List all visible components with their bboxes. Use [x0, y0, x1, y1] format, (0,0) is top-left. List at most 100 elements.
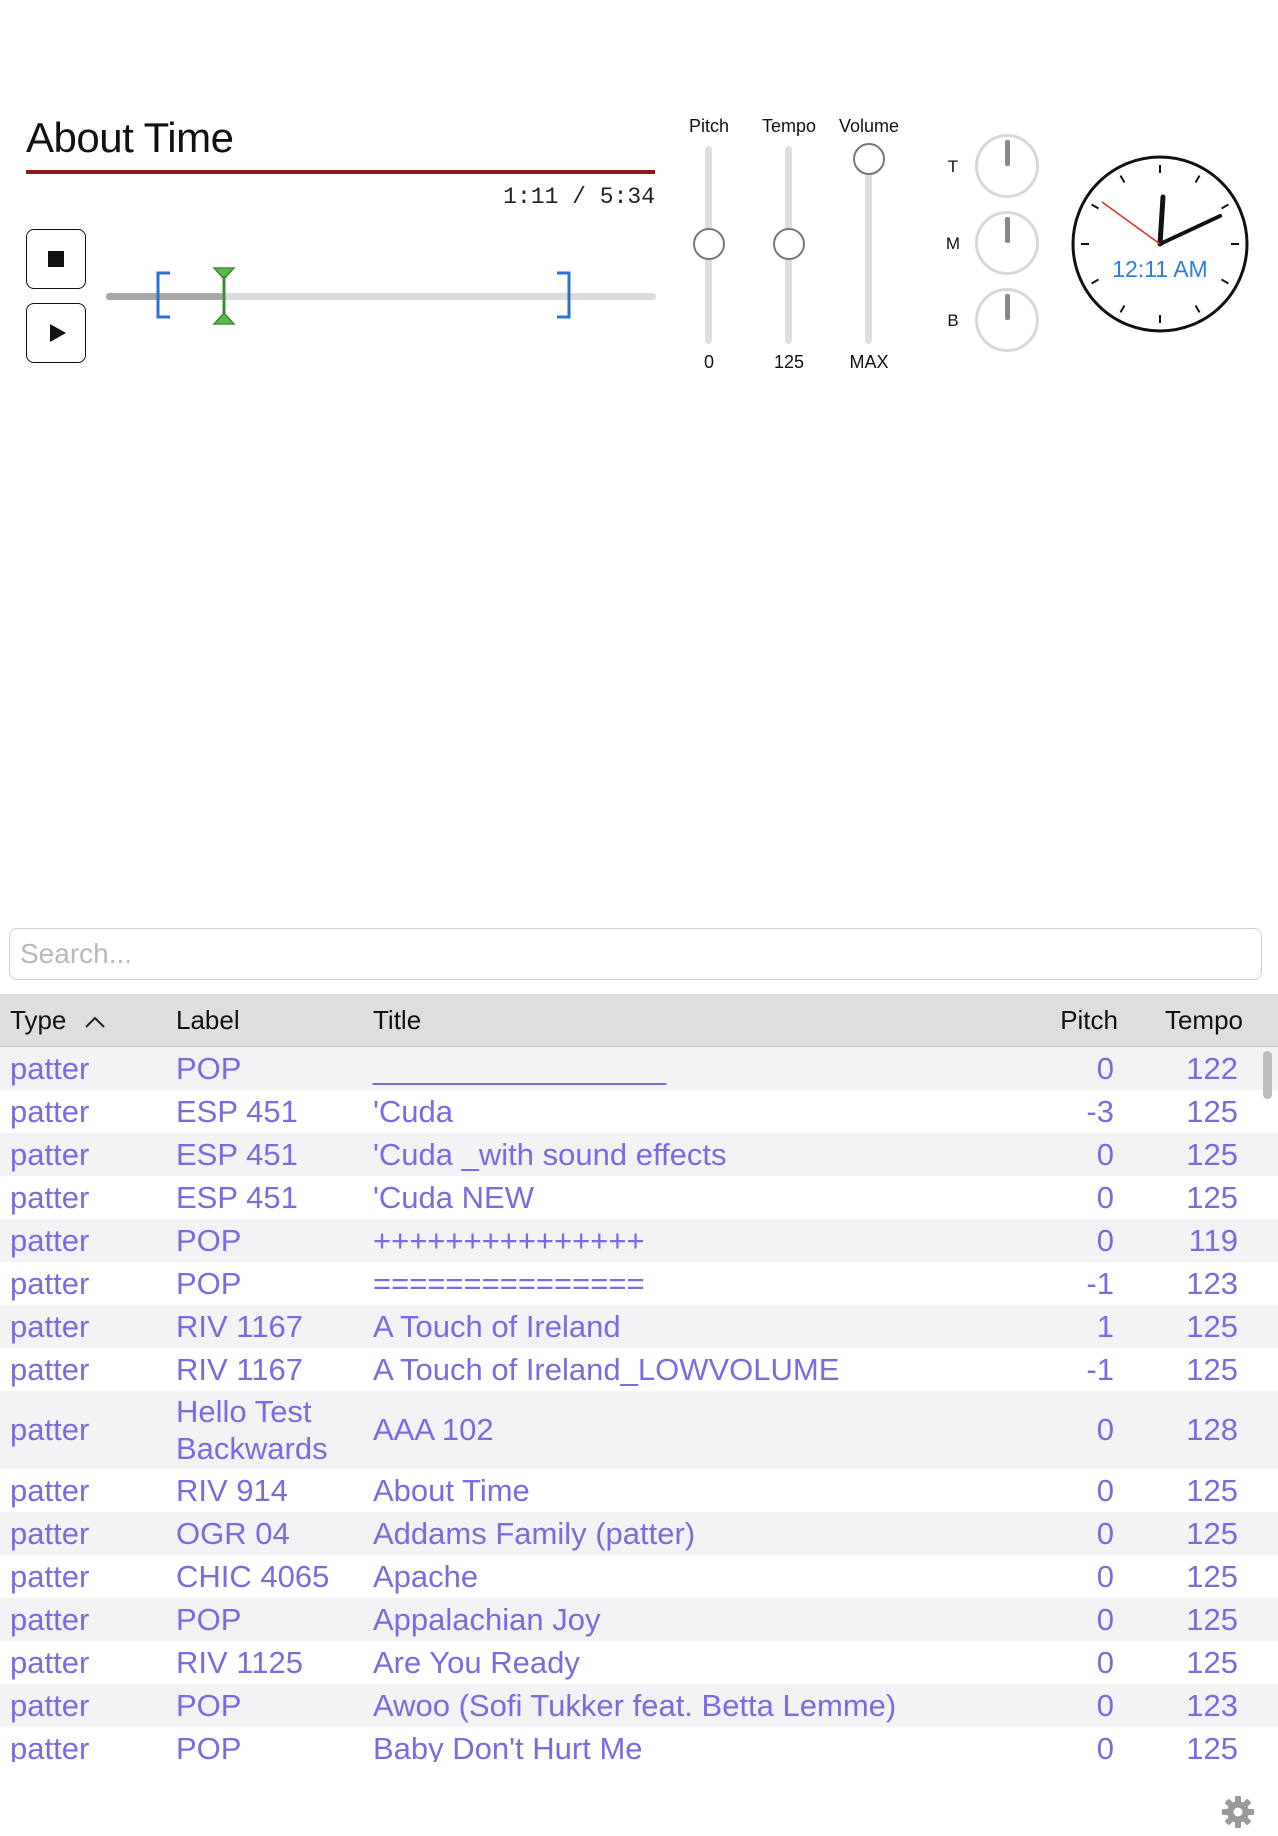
- bass-knob-label: B: [947, 311, 959, 330]
- cell-label: POP: [176, 1223, 242, 1258]
- cell-type: patter: [10, 1351, 90, 1387]
- cell-title: ===============: [373, 1265, 645, 1301]
- column-header-tempo[interactable]: Tempo: [1165, 994, 1243, 1046]
- cell-tempo: 125: [1186, 1351, 1238, 1387]
- cell-pitch: 0: [1096, 1601, 1114, 1637]
- mid-knob[interactable]: [975, 211, 1039, 275]
- cell-title: Appalachian Joy: [373, 1601, 601, 1637]
- cell-title: 'Cuda _with sound effects: [373, 1136, 727, 1172]
- cell-pitch: 0: [1096, 1136, 1114, 1172]
- tempo-slider-knob[interactable]: [773, 228, 805, 260]
- playhead-marker[interactable]: [208, 266, 240, 326]
- cell-tempo: 125: [1186, 1644, 1238, 1680]
- table-row[interactable]: patter ESP 451 'Cuda -3 125: [0, 1090, 1278, 1133]
- cell-pitch: 0: [1096, 1412, 1114, 1447]
- cell-label: Hello Test Backwards: [176, 1394, 328, 1466]
- volume-slider-track[interactable]: [865, 146, 872, 344]
- table-row[interactable]: patter POP Appalachian Joy 0 125: [0, 1598, 1278, 1641]
- cell-type: patter: [10, 1412, 90, 1447]
- table-row[interactable]: patter Hello Test Backwards AAA 102 0 128: [0, 1391, 1278, 1469]
- table-row[interactable]: patter RIV 1167 A Touch of Ireland 1 125: [0, 1305, 1278, 1348]
- volume-slider-knob[interactable]: [853, 143, 885, 175]
- column-header-type-label: Type: [10, 1005, 67, 1035]
- cell-pitch: -3: [1086, 1093, 1114, 1129]
- cell-type: patter: [10, 1136, 90, 1172]
- column-header-label[interactable]: Label: [176, 994, 240, 1046]
- cell-label: OGR 04: [176, 1516, 290, 1551]
- cell-type: patter: [10, 1558, 90, 1594]
- table-row[interactable]: patter POP +++++++++++++++ 0 119: [0, 1219, 1278, 1262]
- analog-clock: [1071, 155, 1249, 333]
- cell-title: A Touch of Ireland: [373, 1308, 621, 1344]
- tempo-slider-label: Tempo: [761, 116, 817, 136]
- table-row[interactable]: patter POP Baby Don't Hurt Me 0 125: [0, 1727, 1278, 1762]
- chevron-up-icon: [84, 1016, 105, 1028]
- cell-label: POP: [176, 1688, 242, 1723]
- mid-knob-indicator: [1004, 217, 1010, 243]
- column-header-type[interactable]: Type: [10, 994, 106, 1046]
- cell-title: AAA 102: [373, 1412, 494, 1447]
- clock-time-text: 12:11 AM: [1112, 256, 1208, 282]
- song-title: About Time: [26, 114, 234, 161]
- cell-tempo: 125: [1186, 1558, 1238, 1594]
- search-input[interactable]: [9, 928, 1262, 980]
- cell-pitch: 0: [1096, 1472, 1114, 1508]
- cell-label: POP: [176, 1266, 242, 1301]
- cell-tempo: 125: [1186, 1515, 1238, 1551]
- cell-pitch: 0: [1096, 1515, 1114, 1551]
- stop-button[interactable]: [26, 229, 86, 289]
- cell-tempo: 125: [1186, 1472, 1238, 1508]
- table-row[interactable]: patter RIV 914 About Time 0 125: [0, 1469, 1278, 1512]
- cell-title: 'Cuda: [373, 1093, 454, 1129]
- table-row[interactable]: patter CHIC 4065 Apache 0 125: [0, 1555, 1278, 1598]
- cell-tempo: 125: [1186, 1730, 1238, 1763]
- cell-type: patter: [10, 1601, 90, 1637]
- cell-type: patter: [10, 1308, 90, 1344]
- cell-title: 'Cuda NEW: [373, 1179, 534, 1215]
- table-row[interactable]: patter RIV 1167 A Touch of Ireland_LOWVOLU…: [0, 1348, 1278, 1391]
- cell-type: patter: [10, 1644, 90, 1680]
- table-header: Type Label Title Pitch Tempo: [0, 994, 1278, 1047]
- cell-pitch: 0: [1096, 1730, 1114, 1763]
- table-row[interactable]: patter OGR 04 Addams Family (patter) 0 125: [0, 1512, 1278, 1555]
- cell-label: RIV 1125: [176, 1645, 303, 1680]
- cell-tempo: 122: [1186, 1050, 1238, 1086]
- column-header-title[interactable]: Title: [373, 994, 421, 1046]
- cell-label: ESP 451: [176, 1137, 298, 1172]
- cell-label: RIV 914: [176, 1473, 289, 1508]
- cell-pitch: 0: [1096, 1222, 1114, 1258]
- cell-tempo: 125: [1186, 1093, 1238, 1129]
- cell-tempo: 128: [1186, 1412, 1238, 1447]
- cell-type: patter: [10, 1050, 90, 1086]
- volume-slider-value: MAX: [849, 352, 889, 372]
- tempo-slider-value: 125: [773, 352, 805, 372]
- cell-type: patter: [10, 1222, 90, 1258]
- loop-end-marker[interactable]: [551, 270, 581, 322]
- cell-type: patter: [10, 1515, 90, 1551]
- pitch-slider-knob[interactable]: [693, 228, 725, 260]
- treble-knob[interactable]: [975, 134, 1039, 198]
- play-icon: [50, 324, 66, 342]
- song-list[interactable]: patter POP _________________ 0 122 patter ESP …: [0, 1047, 1278, 1762]
- cell-title: A Touch of Ireland_LOWVOLUME: [373, 1351, 840, 1387]
- loop-start-marker[interactable]: [150, 270, 180, 322]
- cell-pitch: 0: [1096, 1644, 1114, 1680]
- bass-knob[interactable]: [975, 288, 1039, 352]
- vertical-scrollbar[interactable]: [1263, 1051, 1272, 1099]
- play-button[interactable]: [26, 303, 86, 363]
- table-row[interactable]: patter ESP 451 'Cuda _with sound effects 0 1…: [0, 1133, 1278, 1176]
- table-row[interactable]: patter POP =============== -1 123: [0, 1262, 1278, 1305]
- table-row[interactable]: patter POP Awoo (Sofi Tukker feat. Betta L…: [0, 1684, 1278, 1727]
- table-row[interactable]: patter POP _________________ 0 122: [0, 1047, 1278, 1090]
- cell-pitch: 1: [1096, 1308, 1114, 1344]
- table-row[interactable]: patter ESP 451 'Cuda NEW 0 125: [0, 1176, 1278, 1219]
- gear-icon[interactable]: [1220, 1794, 1256, 1830]
- column-header-pitch[interactable]: Pitch: [1060, 994, 1118, 1046]
- cell-label: POP: [176, 1051, 242, 1086]
- cell-label: POP: [176, 1602, 242, 1637]
- cell-title: Awoo (Sofi Tukker feat. Betta Lemme): [373, 1687, 897, 1723]
- cell-label: RIV 1167: [176, 1309, 303, 1344]
- bass-knob-indicator: [1004, 294, 1010, 320]
- cell-title: Baby Don't Hurt Me: [373, 1730, 643, 1763]
- table-row[interactable]: patter RIV 1125 Are You Ready 0 125: [0, 1641, 1278, 1684]
